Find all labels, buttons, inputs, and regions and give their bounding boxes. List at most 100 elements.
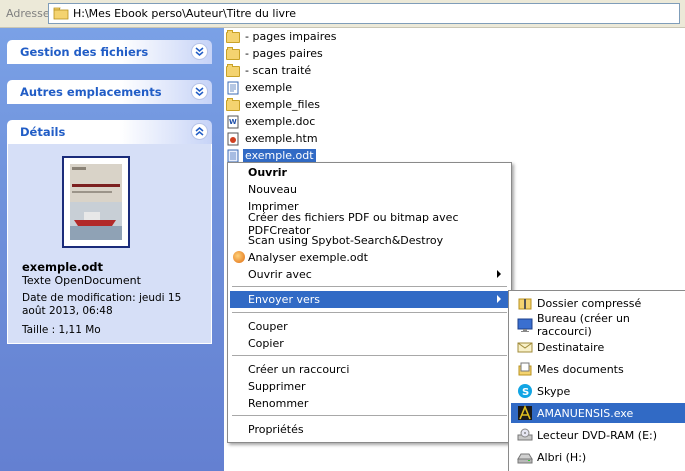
menu-item-create-shortcut[interactable]: Créer un raccourci (230, 361, 509, 378)
folder-icon (226, 46, 240, 60)
details-file-name: exemple.odt (22, 260, 103, 274)
list-item[interactable]: W exemple.doc (226, 113, 317, 129)
submenu-item-dvd-drive[interactable]: Lecteur DVD-RAM (E:) (511, 425, 685, 445)
menu-separator (232, 286, 507, 287)
folder-icon (226, 29, 240, 43)
double-chevron-down-icon[interactable] (191, 83, 208, 100)
file-name: - pages impaires (245, 29, 337, 43)
details-modified-date: Date de modification: jeudi 15 août 2013… (22, 292, 182, 317)
menu-item-new[interactable]: Nouveau (230, 181, 509, 198)
odt-document-icon (226, 149, 240, 162)
list-item[interactable]: - pages impaires (226, 28, 339, 44)
file-name: exemple.htm (245, 131, 318, 145)
file-name: exemple_files (245, 97, 321, 111)
menu-item-analyze[interactable]: Analyser exemple.odt (230, 249, 509, 266)
section-other-places[interactable]: Autres emplacements (7, 80, 212, 104)
menu-item-properties[interactable]: Propriétés (230, 421, 509, 438)
list-item[interactable]: exemple_files (226, 96, 322, 112)
document-icon (226, 81, 240, 94)
file-name: exemple (245, 80, 293, 94)
document-thumbnail (62, 156, 130, 248)
section-title: Autres emplacements (20, 85, 162, 99)
list-item[interactable]: exemple (226, 79, 294, 95)
section-title: Détails (20, 125, 66, 139)
submenu-item-mail-recipient[interactable]: Destinataire (511, 337, 685, 357)
submenu-item-my-documents[interactable]: Mes documents (511, 359, 685, 379)
menu-item-label: Copier (248, 337, 284, 350)
menu-item-cut[interactable]: Couper (230, 318, 509, 335)
submenu-item-label: Dossier compressé (537, 296, 642, 310)
skype-icon: S (517, 383, 533, 399)
menu-separator (232, 415, 507, 416)
menu-item-open[interactable]: Ouvrir (230, 164, 509, 181)
folder-icon (226, 63, 240, 77)
submenu-arrow-icon (497, 270, 501, 278)
menu-item-label: Renommer (248, 397, 309, 410)
file-name: exemple.odt (243, 148, 316, 162)
submenu-item-label: Bureau (créer un raccourci) (537, 312, 630, 338)
submenu-item-drive-h[interactable]: Albri (H:) (511, 447, 685, 467)
zip-folder-icon (517, 295, 533, 311)
menu-item-delete[interactable]: Supprimer (230, 378, 509, 395)
folder-icon (226, 97, 240, 111)
mail-recipient-icon (517, 339, 533, 355)
submenu-item-label: Lecteur DVD-RAM (E:) (537, 428, 658, 442)
menu-item-rename[interactable]: Renommer (230, 395, 509, 412)
menu-item-pdfcreator[interactable]: Créer des fichiers PDF ou bitmap avec PD… (230, 211, 509, 237)
address-label: Adresse (6, 7, 50, 20)
submenu-item-label: Mes documents (537, 362, 624, 376)
menu-item-label: Nouveau (248, 183, 297, 196)
menu-item-label: Envoyer vers (248, 293, 320, 306)
submenu-item-label: Destinataire (537, 340, 605, 354)
details-panel: exemple.odt Texte OpenDocument Date de m… (7, 144, 212, 344)
antivirus-icon (233, 251, 245, 263)
amanuensis-icon (517, 404, 533, 421)
submenu-item-desktop[interactable]: Bureau (créer un raccourci) (511, 312, 685, 338)
section-title: Gestion des fichiers (20, 45, 149, 59)
section-details[interactable]: Détails (7, 120, 212, 144)
menu-item-label: Supprimer (248, 380, 306, 393)
submenu-item-label: Albri (H:) (537, 450, 587, 464)
menu-item-label: Propriétés (248, 423, 304, 436)
menu-item-open-with[interactable]: Ouvrir avec (230, 266, 509, 283)
menu-item-label: Ouvrir (248, 166, 287, 179)
menu-item-send-to[interactable]: Envoyer vers (230, 291, 509, 308)
address-path: H:\Mes Ebook perso\Auteur\Titre du livre (73, 7, 297, 20)
menu-item-label: Scan using Spybot-Search&Destroy (248, 234, 444, 247)
menu-item-label: Ouvrir avec (248, 268, 312, 281)
drive-icon (517, 449, 533, 465)
double-chevron-down-icon[interactable] (191, 43, 208, 60)
folder-icon (53, 7, 69, 23)
desktop-icon (517, 317, 533, 333)
file-name: exemple.doc (245, 114, 316, 128)
submenu-arrow-icon (497, 295, 501, 303)
dvd-drive-icon (517, 427, 533, 443)
details-file-type: Texte OpenDocument (22, 274, 141, 287)
list-item-selected[interactable]: exemple.odt (226, 147, 316, 163)
submenu-item-label: AMANUENSIS.exe (537, 406, 634, 420)
list-item[interactable]: - pages paires (226, 45, 325, 61)
address-field[interactable]: H:\Mes Ebook perso\Auteur\Titre du livre (48, 3, 680, 24)
menu-item-label: Couper (248, 320, 288, 333)
double-chevron-up-icon[interactable] (191, 123, 208, 140)
submenu-item-compressed-folder[interactable]: Dossier compressé (511, 293, 685, 313)
list-item[interactable]: - scan traité (226, 62, 313, 78)
section-file-management[interactable]: Gestion des fichiers (7, 40, 212, 64)
submenu-item-amanuensis[interactable]: AMANUENSIS.exe (511, 403, 685, 423)
file-name: - scan traité (245, 63, 312, 77)
address-bar: Adresse H:\Mes Ebook perso\Auteur\Titre … (0, 0, 685, 28)
menu-item-label: Analyser exemple.odt (248, 251, 368, 264)
task-pane: Gestion des fichiers Autres emplacements… (0, 28, 224, 471)
my-documents-icon (517, 361, 533, 377)
list-item[interactable]: exemple.htm (226, 130, 320, 146)
send-to-submenu: Dossier compressé Bureau (créer un racco… (508, 290, 685, 471)
menu-item-spybot-scan[interactable]: Scan using Spybot-Search&Destroy (230, 232, 509, 249)
menu-separator (232, 355, 507, 356)
context-menu: Ouvrir Nouveau Imprimer Créer des fichie… (227, 162, 512, 443)
details-file-size: Taille : 1,11 Mo (22, 324, 101, 336)
menu-item-label: Créer un raccourci (248, 363, 350, 376)
file-name: - pages paires (245, 46, 323, 60)
menu-item-copy[interactable]: Copier (230, 335, 509, 352)
svg-text:S: S (522, 387, 529, 398)
submenu-item-skype[interactable]: S Skype (511, 381, 685, 401)
